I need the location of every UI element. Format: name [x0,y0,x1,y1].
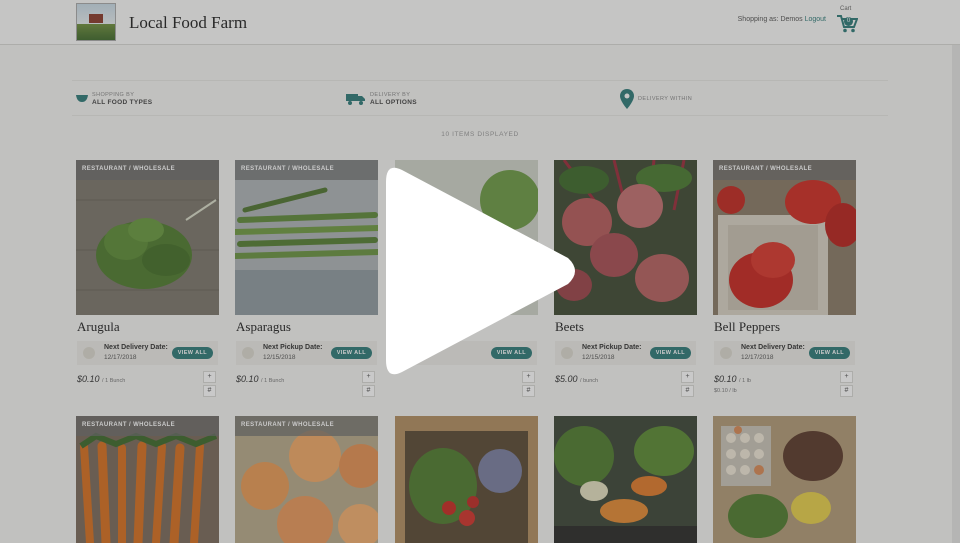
play-icon[interactable] [382,158,582,384]
